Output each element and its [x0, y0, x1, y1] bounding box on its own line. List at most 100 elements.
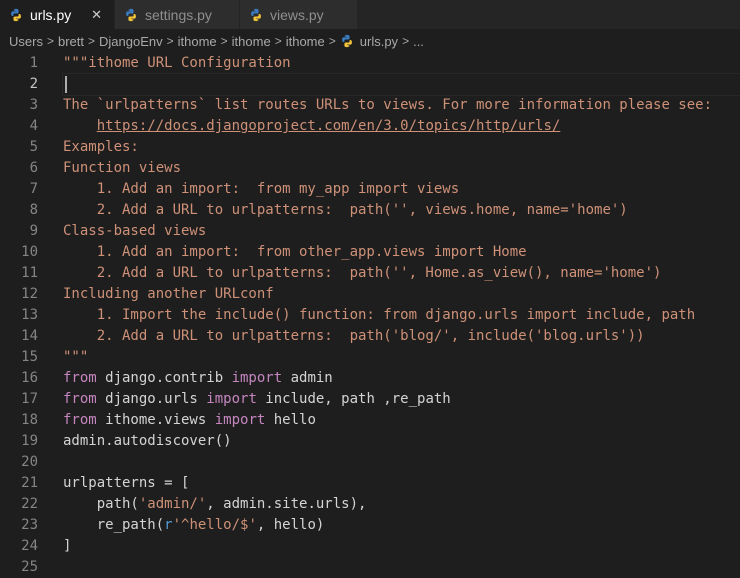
text-cursor [65, 76, 67, 93]
tab-bar: urls.py ✕ settings.py views.py [0, 0, 740, 29]
code-text: from django.contrib import admin [63, 368, 740, 389]
code-token: """ithome URL Configuration [63, 55, 291, 71]
code-text: 1. Add an import: from my_app import vie… [63, 179, 740, 200]
line-number: 20 [21, 454, 38, 470]
code-token: 1. Add an import: from my_app import vie… [63, 181, 460, 197]
line-number: 3 [29, 97, 38, 113]
line-number: 12 [21, 286, 38, 302]
code-token: Function views [63, 160, 182, 176]
code-line[interactable]: 1 """ithome URL Configuration [0, 53, 740, 74]
code-token: import [231, 370, 283, 386]
code-token: , admin.site.urls), [206, 496, 367, 512]
breadcrumb-separator: > [87, 34, 95, 48]
doc-link[interactable]: https://docs.djangoproject.com/en/3.0/to… [97, 118, 561, 134]
code-token: 2. Add a URL to urlpatterns: path('', Ho… [63, 265, 662, 281]
python-icon [249, 8, 263, 22]
line-number: 9 [29, 223, 38, 239]
code-line[interactable]: 4 https://docs.djangoproject.com/en/3.0/… [0, 116, 740, 137]
tab-settings-py[interactable]: settings.py [115, 0, 240, 29]
breadcrumb-file[interactable]: urls.py [340, 34, 398, 49]
line-number: 4 [29, 118, 38, 134]
code-text: path('admin/', admin.site.urls), [63, 494, 740, 515]
code-line[interactable]: 14 2. Add a URL to urlpatterns: path('bl… [0, 326, 740, 347]
code-line[interactable]: 15 """ [0, 347, 740, 368]
code-line[interactable]: 3 The `urlpatterns` list routes URLs to v… [0, 95, 740, 116]
code-token: hello [265, 412, 316, 428]
code-line[interactable]: 13 1. Import the include() function: fro… [0, 305, 740, 326]
code-text: urlpatterns = [ [63, 473, 740, 494]
code-token: import [206, 391, 257, 407]
python-icon [9, 8, 23, 22]
code-line[interactable]: 19 admin.autodiscover() [0, 431, 740, 452]
line-number: 19 [21, 433, 38, 449]
code-text: Examples: [63, 137, 740, 158]
breadcrumb: Users > brett > DjangoEnv > ithome > ithome > itho… [0, 29, 740, 53]
code-line[interactable]: 17 from django.urls import include, path … [0, 389, 740, 410]
code-token: ithome.views [96, 412, 215, 428]
code-text: 1. Import the include() function: from d… [63, 305, 740, 326]
breadcrumb-item[interactable]: DjangoEnv [99, 34, 163, 49]
tab-urls-py[interactable]: urls.py ✕ [0, 0, 115, 29]
code-line[interactable]: 8 2. Add a URL to urlpatterns: path('', … [0, 200, 740, 221]
code-text: """ [63, 347, 740, 368]
code-line[interactable]: 24] [0, 536, 740, 557]
code-token: r [164, 517, 173, 533]
code-line[interactable]: 21 urlpatterns = [ [0, 473, 740, 494]
code-text: The `urlpatterns` list routes URLs to vi… [63, 95, 740, 116]
code-line[interactable]: 16 from django.contrib import admin [0, 368, 740, 389]
code-text [62, 73, 740, 96]
breadcrumb-item[interactable]: brett [58, 34, 84, 49]
code-line[interactable]: 7 1. Add an import: from my_app import v… [0, 179, 740, 200]
line-number: 1 [29, 55, 38, 71]
line-number: 7 [29, 181, 38, 197]
breadcrumb-item[interactable]: ithome [232, 34, 271, 49]
breadcrumb-item[interactable]: ithome [178, 34, 217, 49]
code-line[interactable]: 22 path('admin/', admin.site.urls), [0, 494, 740, 515]
line-number: 5 [29, 139, 38, 155]
code-line[interactable]: 10 1. Add an import: from other_app.view… [0, 242, 740, 263]
line-number: 18 [21, 412, 38, 428]
code-line[interactable]: 9 Class-based views [0, 221, 740, 242]
code-text: ] [63, 536, 740, 557]
code-text: Class-based views [63, 221, 740, 242]
breadcrumb-separator: > [166, 34, 174, 48]
code-text: Function views [63, 158, 740, 179]
breadcrumb-file-label: urls.py [359, 33, 399, 49]
code-line[interactable]: 5 Examples: [0, 137, 740, 158]
code-line[interactable]: 20 [0, 452, 740, 473]
code-text: re_path(r'^hello/$', hello) [63, 515, 740, 536]
close-icon[interactable]: ✕ [91, 8, 102, 21]
breadcrumb-item[interactable]: ithome [286, 34, 325, 49]
line-number: 14 [21, 328, 38, 344]
code-text: 2. Add a URL to urlpatterns: path('', vi… [63, 200, 740, 221]
breadcrumb-item[interactable]: Users [9, 34, 43, 49]
code-line[interactable]: 12 Including another URLconf [0, 284, 740, 305]
line-number: 24 [21, 538, 38, 554]
code-token: 1. Add an import: from other_app.views i… [63, 244, 527, 260]
breadcrumb-separator: > [220, 34, 228, 48]
line-number: 22 [21, 496, 38, 512]
code-text: Including another URLconf [63, 284, 740, 305]
line-number: 25 [21, 559, 38, 575]
code-line[interactable]: 18 from ithome.views import hello [0, 410, 740, 431]
breadcrumb-symbols[interactable]: ... [413, 34, 424, 49]
code-token: Examples: [63, 139, 139, 155]
code-token: Including another URLconf [63, 286, 274, 302]
code-line[interactable]: 25 [0, 557, 740, 578]
code-text: from django.urls import include, path ,r… [63, 389, 740, 410]
code-line[interactable]: 11 2. Add a URL to urlpatterns: path('',… [0, 263, 740, 284]
code-line[interactable]: 23 re_path(r'^hello/$', hello) [0, 515, 740, 536]
code-text: from ithome.views import hello [63, 410, 740, 431]
code-token: include, path ,re_path [256, 391, 451, 407]
code-editor[interactable]: 1 """ithome URL Configuration 2 3 The `urlpa… [0, 53, 740, 578]
code-token: urlpatterns = [ [63, 475, 190, 491]
tab-views-py[interactable]: views.py [240, 0, 358, 29]
breadcrumb-separator: > [402, 34, 410, 48]
code-token: from [63, 412, 97, 428]
python-icon [340, 34, 354, 48]
code-line[interactable]: 2 [0, 73, 740, 96]
code-token: path( [63, 496, 139, 512]
code-token: import [214, 412, 266, 428]
code-line[interactable]: 6 Function views [0, 158, 740, 179]
